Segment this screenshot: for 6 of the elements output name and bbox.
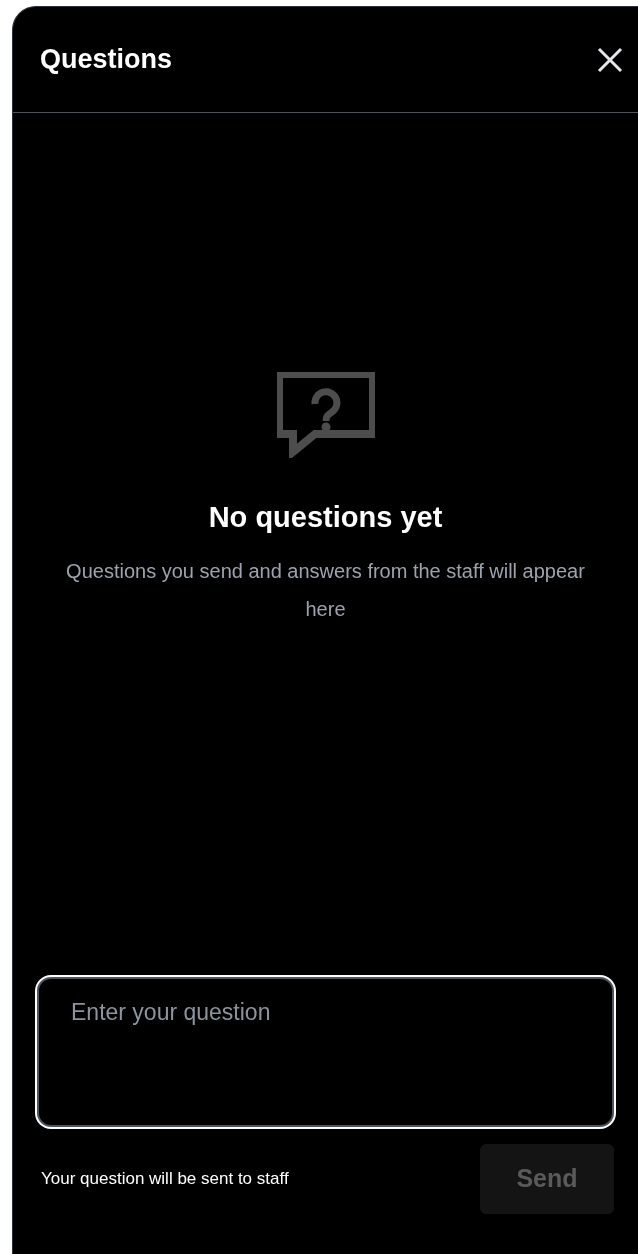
question-bubble-icon <box>276 372 375 459</box>
panel-title: Questions <box>40 43 173 77</box>
question-field[interactable]: Enter your question <box>37 977 614 1127</box>
send-hint: Your question will be sent to staff <box>40 1168 289 1191</box>
empty-state-title: No questions yet <box>208 500 443 536</box>
empty-state-message: Questions you send and answers from the staff will appear here <box>65 558 586 622</box>
